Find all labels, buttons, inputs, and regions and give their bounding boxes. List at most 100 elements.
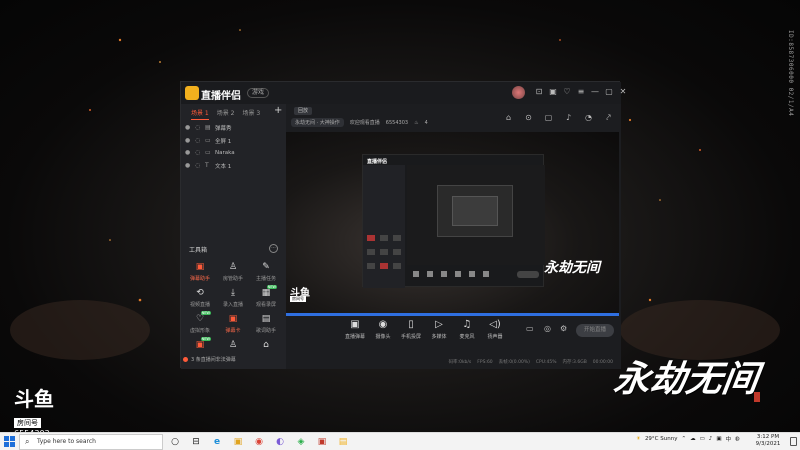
cloud-icon[interactable]: ☁ — [690, 436, 696, 442]
visibility-eye-icon[interactable]: ● — [185, 150, 191, 156]
source-label: Naraka — [215, 150, 235, 157]
add-scene-button[interactable]: + — [274, 105, 282, 116]
network-icon[interactable]: ▭ — [700, 436, 705, 442]
streaming-app-taskbar-icon[interactable]: ▤ — [336, 435, 350, 449]
source-type-icon: ▭ — [205, 149, 211, 157]
user-avatar[interactable] — [512, 86, 525, 99]
live-danmaku-button[interactable]: ▣ 直播弹幕 — [340, 319, 370, 340]
titlebar-controls: ⊡ ▣ ♡ ≡ — ▢ ✕ — [534, 87, 628, 97]
start-live-button[interactable]: 开始直播 — [576, 324, 614, 337]
douyu-logo: 斗鱼 房间号 6554303 — [14, 388, 66, 432]
edge-browser-icon[interactable]: e — [210, 435, 224, 449]
bell-icon[interactable]: ♪ — [564, 113, 573, 122]
tool-extra-3[interactable]: ⌂ — [251, 340, 281, 354]
source-item[interactable]: ● ◌ T 文本 1 — [185, 160, 283, 173]
preview-cell — [380, 235, 388, 241]
window-favorite-icon[interactable]: ♡ — [562, 87, 572, 97]
app-icon[interactable]: ◐ — [273, 435, 287, 449]
lock-icon[interactable]: ◌ — [195, 162, 201, 169]
input-method-icon[interactable]: 中 — [726, 435, 732, 443]
tool-danmaku-assistant[interactable]: ▣ 弹幕助手 — [185, 262, 215, 288]
visibility-eye-icon[interactable]: ● — [185, 162, 191, 169]
notification-center-icon[interactable] — [790, 437, 797, 446]
tool-virtual-avatar[interactable]: ♡ NEW 虚拟形象 — [185, 311, 215, 340]
tab-scene-3[interactable]: 场景 3 — [242, 108, 260, 120]
microphone-button[interactable]: ♫ 麦克风 — [452, 319, 482, 340]
tool-lyrics-assistant[interactable]: ▤ 歌词助手 — [251, 314, 281, 340]
volume-icon[interactable]: ♪ — [709, 436, 713, 442]
source-type-icon: ▤ — [205, 124, 211, 132]
source-item[interactable]: ● ◌ ▭ 全屏 1 — [185, 135, 283, 148]
recording-glyph: ▦ — [261, 288, 271, 298]
wechat-icon[interactable]: ◈ — [294, 435, 308, 449]
screen-mode-icon[interactable]: ▭ — [526, 324, 535, 333]
visibility-eye-icon[interactable]: ● — [185, 125, 191, 131]
start-button-windows-icon[interactable] — [4, 436, 15, 447]
toolbox-more-button[interactable]: ··· — [269, 244, 278, 253]
tray-app-icon[interactable]: ◍ — [735, 436, 740, 442]
app-icon[interactable]: ▣ — [315, 435, 329, 449]
window-minimize-icon[interactable]: — — [590, 87, 600, 97]
share-icon[interactable]: ⤤ — [604, 113, 613, 122]
tool-label: 歌词助手 — [255, 328, 276, 334]
preview-left-panel — [363, 165, 405, 288]
weather-sun-icon: ☀ — [636, 436, 641, 442]
tool-video-live[interactable]: ⟲ 视频直播 — [185, 288, 215, 314]
windows-taskbar: ⌕ Type here to search ○ ⊟ e ▣ ◉ ◐ ◈ ▣ ▤ … — [0, 432, 800, 450]
taskbar-clock[interactable]: 3:12 PM 9/3/2021 — [748, 434, 788, 448]
room-tag[interactable]: 回放 — [294, 107, 313, 115]
preview-cell — [380, 249, 388, 255]
lock-icon[interactable]: ◌ — [195, 125, 201, 131]
file-explorer-icon[interactable]: ▣ — [231, 435, 245, 449]
notice-bar[interactable]: 3 条直播间非法弹幕 — [183, 356, 236, 363]
tab-scene-2[interactable]: 场景 2 — [217, 108, 235, 120]
record-dot-icon[interactable]: ◎ — [544, 324, 553, 333]
stream-preview[interactable]: 直播伴侣 永劫无间 斗鱼 房间号 — [286, 132, 619, 316]
preview-app-title: 直播伴侣 — [367, 159, 388, 165]
room-category[interactable]: 永劫无间 · 大神操作 — [291, 118, 344, 127]
phone-cast-button[interactable]: ▯ 手机投屏 — [396, 319, 426, 340]
task-view-icon[interactable]: ⊟ — [189, 435, 203, 449]
tool-watch-recording[interactable]: ▦ NEW 观看录屏 — [251, 285, 281, 314]
source-item[interactable]: ● ◌ ▤ 弹幕秀 — [185, 122, 283, 135]
visibility-eye-icon[interactable]: ● — [185, 137, 191, 144]
bottom-toolbar: ▣ 直播弹幕 ◉ 摄像头 ▯ 手机投屏 ▷ 多媒体 ♫ 麦克风 ◁) 扬声器 ▭… — [286, 316, 619, 346]
lock-icon[interactable]: ◌ — [195, 150, 201, 156]
status-memory: 内存:3.6GB — [562, 360, 587, 365]
record-icon[interactable]: ⊙ — [524, 113, 533, 122]
tool-extra-1[interactable]: ▣ NEW — [185, 337, 215, 354]
tool-streamer-tasks[interactable]: ✎ 主播任务 — [251, 262, 281, 288]
cortana-icon[interactable]: ○ — [168, 435, 182, 449]
tool-extra-2[interactable]: ♙ — [218, 340, 248, 354]
settings-gear-icon[interactable]: ⚙ — [560, 324, 569, 333]
tool-admin-assistant[interactable]: ♙ 房管助手 — [218, 262, 248, 288]
tab-scene-1[interactable]: 场景 1 — [191, 108, 209, 120]
camera-icon: ◉ — [378, 319, 388, 330]
window-screen-icon[interactable]: ▣ — [548, 87, 558, 97]
camera-button[interactable]: ◉ 摄像头 — [368, 319, 398, 340]
taskbar-search-box[interactable]: ⌕ Type here to search — [19, 434, 163, 450]
tool-record-live[interactable]: ⤓ 录入直播 — [218, 288, 248, 314]
window-tool-icon[interactable]: ⊡ — [534, 87, 544, 97]
weather-text[interactable]: 29°C Sunny — [645, 436, 678, 442]
lock-icon[interactable]: ◌ — [195, 137, 201, 144]
layout-icon[interactable]: ▢ — [544, 113, 553, 122]
tool-label: 弹幕卡 — [225, 328, 241, 334]
app-category-badge[interactable]: 游戏 — [247, 88, 270, 98]
window-maximize-icon[interactable]: ▢ — [604, 87, 614, 97]
timer-icon[interactable]: ◔ — [584, 113, 593, 122]
window-close-icon[interactable]: ✕ — [618, 87, 628, 97]
source-item[interactable]: ● ◌ ▭ Naraka — [185, 147, 283, 160]
tray-app-icon[interactable]: ▣ — [716, 436, 721, 442]
chrome-icon[interactable]: ◉ — [252, 435, 266, 449]
gift-icon[interactable]: ⌂ — [504, 113, 513, 122]
new-badge: NEW — [200, 311, 211, 315]
multimedia-button[interactable]: ▷ 多媒体 — [424, 319, 454, 340]
toolbar-label: 直播弹幕 — [344, 334, 365, 340]
room-title[interactable]: 欢迎观看直播 — [350, 119, 380, 126]
tool-danmaku-card[interactable]: ▣ 弹幕卡 — [218, 314, 248, 340]
window-menu-icon[interactable]: ≡ — [576, 87, 586, 97]
tray-overflow-icon[interactable]: ⌃ — [681, 436, 686, 442]
app-logo-icon — [185, 86, 199, 100]
speaker-button[interactable]: ◁) 扬声器 — [480, 319, 510, 340]
